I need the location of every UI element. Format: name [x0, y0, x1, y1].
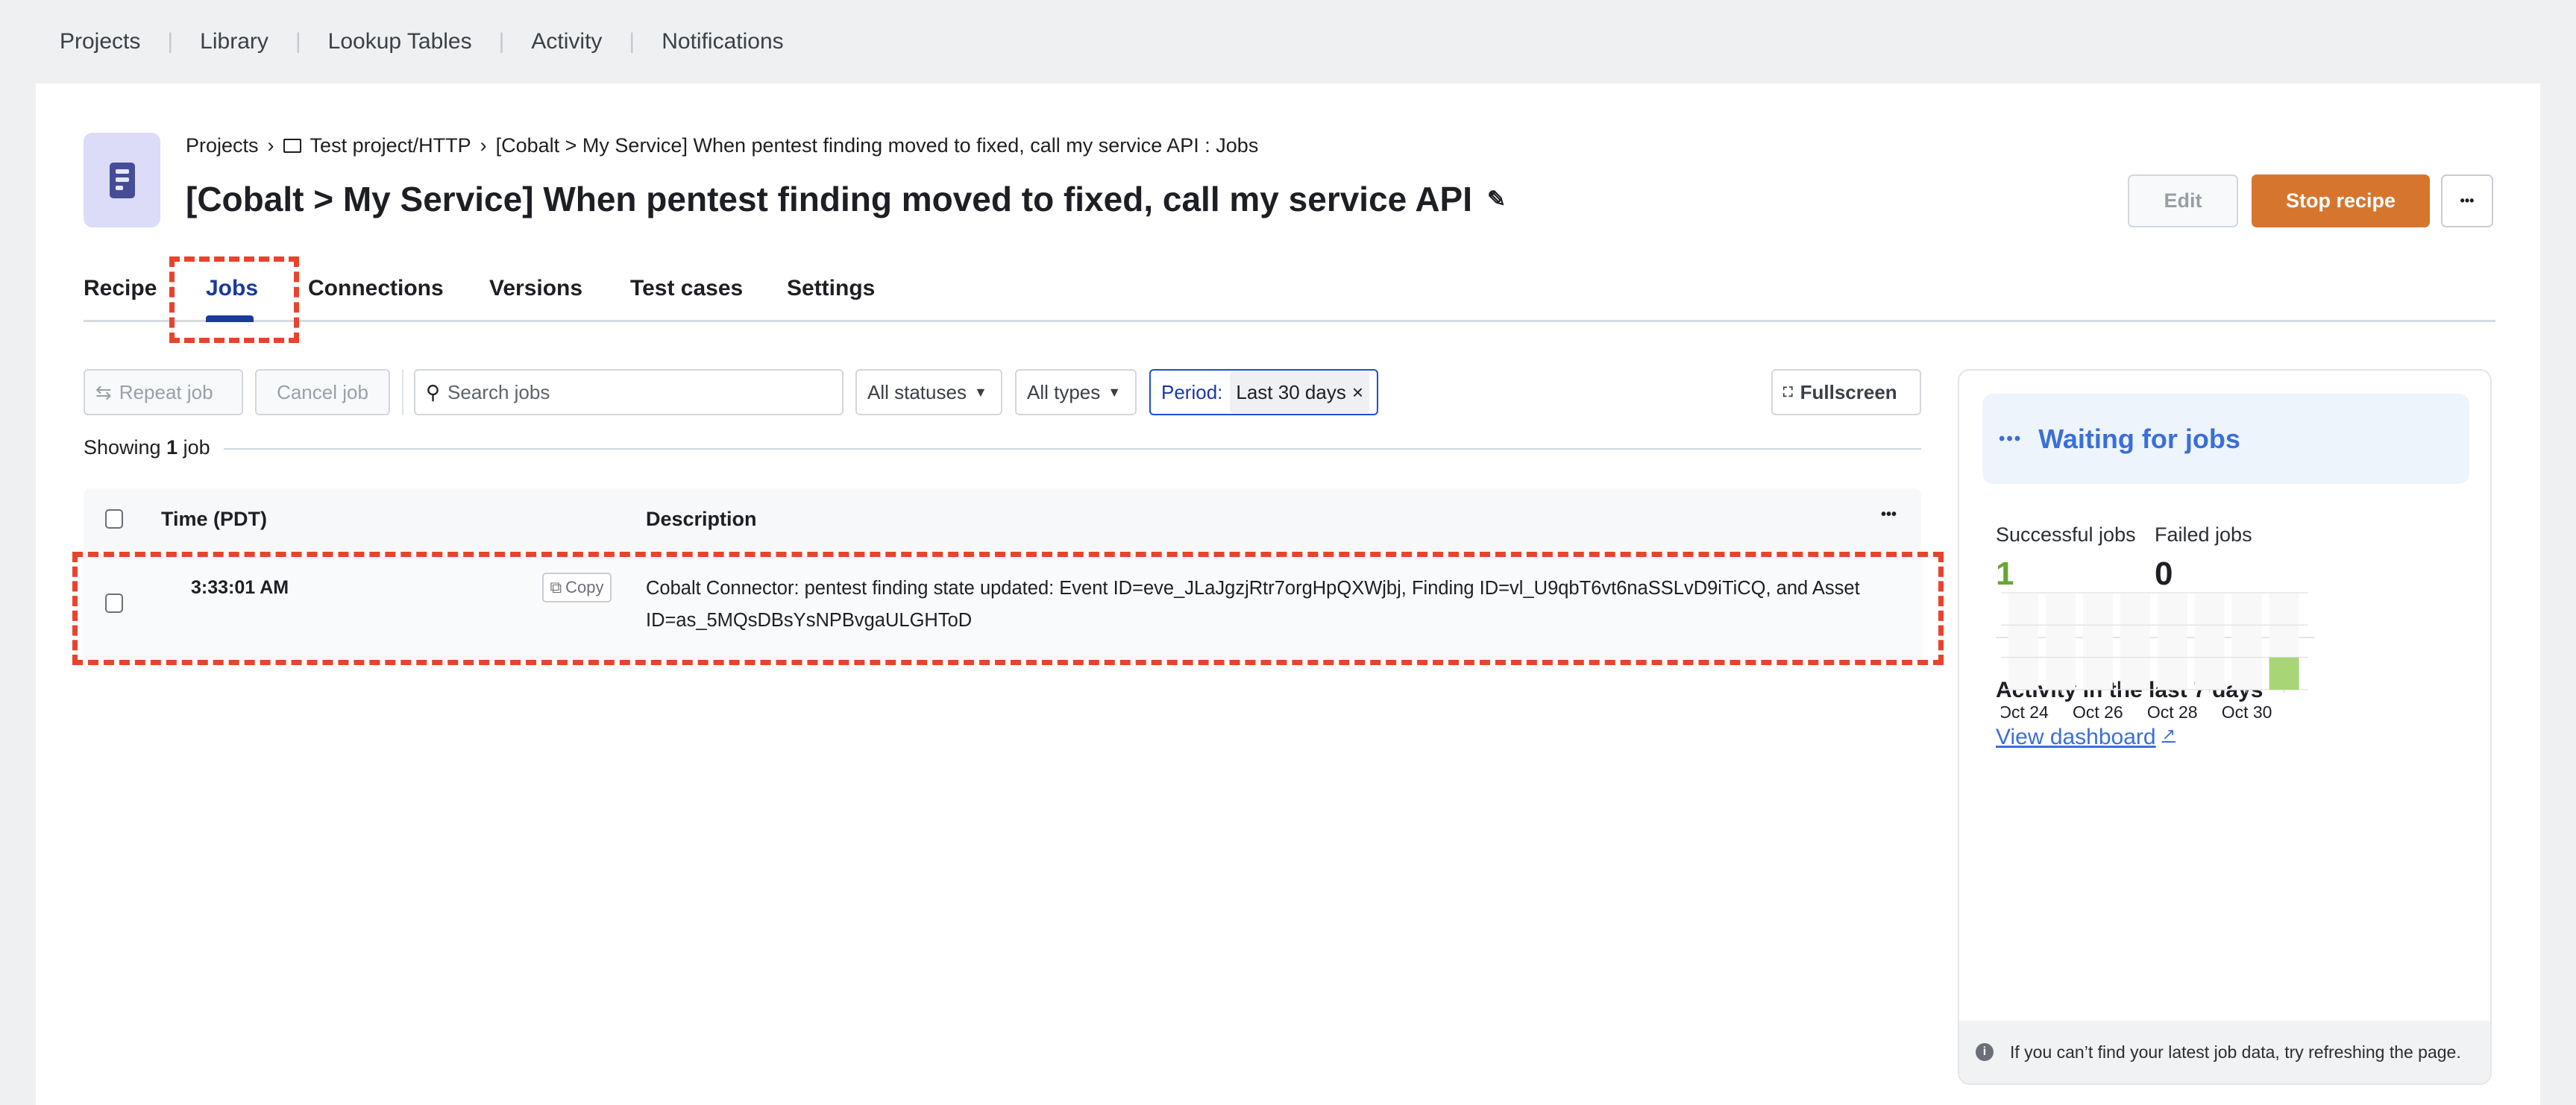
showing-suffix: job — [178, 436, 210, 459]
top-nav: Projects | Library | Lookup Tables | Activi… — [0, 0, 2576, 84]
repeat-icon: ⇆ — [95, 380, 112, 403]
info-icon: i — [1976, 1043, 1994, 1061]
tab-settings[interactable]: Settings — [787, 276, 875, 301]
showing-divider — [224, 448, 1921, 450]
successful-label: Successful jobs — [1996, 523, 2136, 546]
failed-count: 0 — [2155, 555, 2173, 592]
caret-down-icon: ▼ — [1108, 384, 1122, 400]
nav-library[interactable]: Library — [200, 29, 268, 54]
status-text: Waiting for jobs — [2038, 423, 2240, 454]
activity-chart: Oct 24 Oct 26 Oct 28 Oct 30 — [2001, 592, 2308, 722]
type-filter-label: All types — [1027, 380, 1101, 403]
type-filter[interactable]: All types ▼ — [1015, 369, 1137, 415]
fullscreen-label: Fullscreen — [1800, 380, 1897, 403]
tab-recipe[interactable]: Recipe — [84, 276, 157, 301]
refresh-hint-bar: i If you can’t find your latest job data… — [1959, 1021, 2490, 1083]
refresh-hint-text: If you can’t find your latest job data, … — [2010, 1042, 2461, 1062]
successful-count: 1 — [1996, 555, 2014, 592]
cancel-job-button[interactable]: Cancel job — [255, 369, 390, 415]
breadcrumb: Projects › Test project/HTTP › [Cobalt >… — [186, 134, 1258, 157]
edit-button[interactable]: Edit — [2128, 174, 2238, 227]
breadcrumb-projects[interactable]: Projects — [186, 134, 259, 157]
toolbar-separator — [402, 369, 403, 415]
bar-background — [2045, 593, 2076, 690]
external-link-icon: ↗ — [2161, 725, 2176, 743]
highlight-box-jobs-tab — [169, 256, 299, 343]
waiting-status-banner: ••• Waiting for jobs — [1982, 394, 2469, 484]
page-title: [Cobalt > My Service] When pentest findi… — [186, 180, 1472, 218]
table-menu-icon[interactable]: ••• — [1881, 506, 1897, 523]
showing-count: Showing 1 job — [84, 436, 210, 459]
x-tick-label: Oct 28 — [2147, 702, 2198, 722]
tab-test-cases[interactable]: Test cases — [630, 276, 743, 301]
nav-lookup-tables[interactable]: Lookup Tables — [328, 29, 472, 54]
ellipsis-icon: ••• — [1999, 428, 2023, 449]
more-actions-button[interactable]: ••• — [2441, 174, 2493, 227]
chevron-right-icon: › — [267, 134, 274, 157]
repeat-job-button[interactable]: ⇆ Repeat job — [84, 369, 243, 415]
bar — [2269, 657, 2299, 690]
select-all-checkbox[interactable] — [105, 509, 123, 529]
job-summary-panel: ••• Waiting for jobs Successful jobs 1 Fa… — [1958, 369, 2492, 1085]
view-dashboard-link[interactable]: View dashboard ↗ — [1996, 725, 2176, 750]
fullscreen-icon: ⛶ — [1783, 384, 1793, 400]
chevron-right-icon: › — [480, 134, 487, 157]
recipe-icon — [84, 133, 160, 227]
bar-background — [2157, 593, 2187, 690]
nav-activity[interactable]: Activity — [531, 29, 602, 54]
stop-recipe-button[interactable]: Stop recipe — [2252, 174, 2430, 227]
repeat-job-label: Repeat job — [119, 380, 213, 403]
bar-background — [2231, 593, 2262, 690]
failed-label: Failed jobs — [2155, 523, 2252, 546]
clear-period-icon[interactable]: × — [1352, 381, 1363, 404]
tab-divider — [84, 320, 2495, 322]
period-value: Last 30 days — [1236, 380, 1346, 403]
nav-separator: | — [498, 29, 505, 54]
nav-separator: | — [629, 29, 635, 54]
bar-background — [2120, 593, 2150, 690]
x-tick-label: Oct 26 — [2073, 702, 2123, 722]
search-icon: ⚲ — [426, 380, 441, 403]
status-filter-label: All statuses — [867, 380, 967, 403]
period-label: Period: — [1161, 380, 1223, 403]
tab-versions[interactable]: Versions — [489, 276, 582, 301]
highlight-box-job-row — [72, 552, 1944, 665]
bar-background — [2082, 593, 2113, 690]
header-description: Description — [646, 508, 757, 530]
period-chip: Last 30 days × — [1230, 371, 1370, 413]
pencil-icon[interactable]: ✎ — [1487, 186, 1506, 212]
bar-background — [2194, 593, 2225, 690]
caret-down-icon: ▼ — [973, 384, 987, 400]
breadcrumb-current: [Cobalt > My Service] When pentest findi… — [495, 134, 1259, 157]
x-tick-label: Oct 24 — [2001, 702, 2049, 722]
status-filter[interactable]: All statuses ▼ — [855, 369, 1002, 415]
search-input[interactable]: ⚲ Search jobs — [414, 369, 844, 415]
x-tick-label: Oct 30 — [2222, 702, 2272, 722]
nav-separator: | — [167, 29, 174, 54]
folder-icon — [283, 139, 301, 153]
breadcrumb-folder[interactable]: Test project/HTTP — [310, 134, 471, 157]
table-header: Time (PDT) Description ••• — [84, 488, 1921, 550]
fullscreen-button[interactable]: ⛶ Fullscreen — [1771, 369, 1921, 415]
nav-separator: | — [295, 29, 301, 54]
showing-number: 1 — [166, 436, 178, 459]
header-time[interactable]: Time (PDT) — [161, 508, 267, 531]
search-placeholder: Search jobs — [447, 380, 550, 403]
nav-projects[interactable]: Projects — [60, 29, 140, 54]
period-filter[interactable]: Period: Last 30 days × — [1149, 369, 1378, 415]
tab-connections[interactable]: Connections — [308, 276, 444, 301]
bar-background — [2008, 593, 2038, 690]
page-title-wrap: [Cobalt > My Service] When pentest findi… — [186, 179, 1506, 219]
nav-notifications[interactable]: Notifications — [662, 29, 783, 54]
showing-prefix: Showing — [84, 436, 167, 459]
view-dashboard-label: View dashboard — [1996, 725, 2156, 749]
